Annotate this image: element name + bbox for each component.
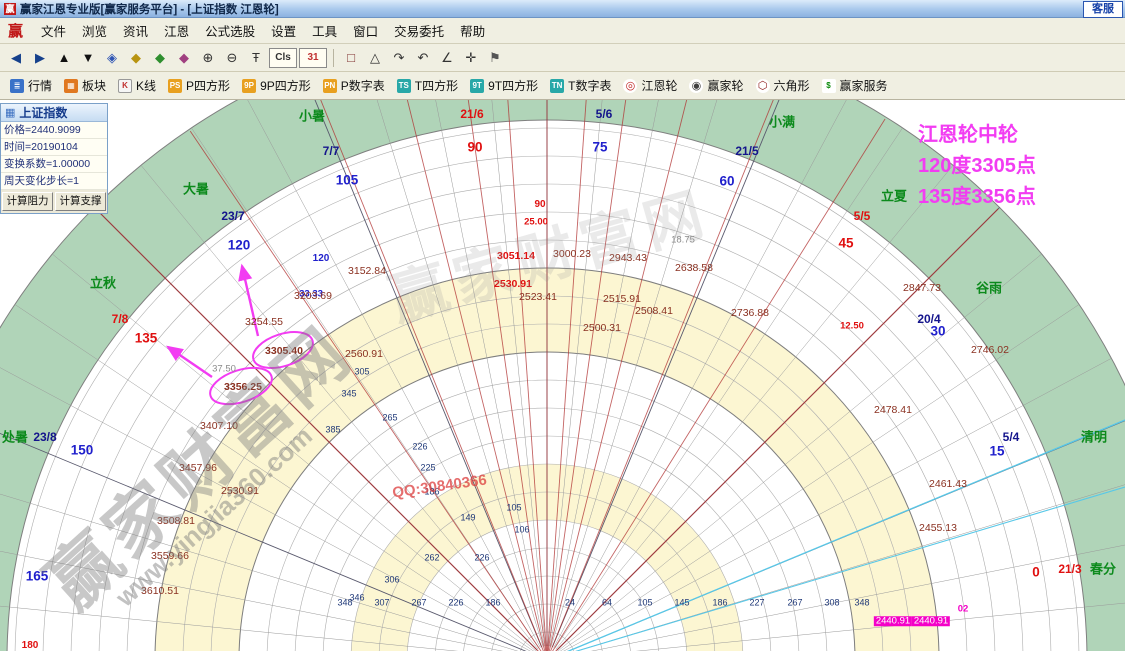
annotation-line: 120度3305点 (918, 151, 1036, 182)
quote-panel-header: ▦ 上证指数 (1, 104, 107, 122)
quote-panel-buttons: 计算阻力计算支撑 (1, 190, 107, 213)
quote-panel-rows: 价格=2440.9099时间=20190104变换系数=1.00000周天变化步… (1, 122, 107, 190)
panel-field: 时间=20190104 (1, 139, 107, 156)
gann-wheel-chart (0, 0, 1125, 651)
quote-panel: ▦ 上证指数 价格=2440.9099时间=20190104变换系数=1.000… (0, 103, 108, 214)
panel-button[interactable]: 计算阻力 (2, 192, 53, 211)
panel-field: 变换系数=1.00000 (1, 156, 107, 173)
app-window: 赢 赢家江恩专业版[赢家服务平台] - [上证指数 江恩轮] 客服 赢 文件浏览… (0, 0, 1125, 651)
annotation-line: 江恩轮中轮 (918, 120, 1036, 151)
grid-icon: ▦ (5, 106, 15, 119)
annotation-note: 江恩轮中轮 120度3305点 135度3356点 (918, 120, 1036, 213)
annotation-arrow-135 (168, 347, 212, 377)
annotation-arrow-120 (242, 266, 258, 336)
panel-button[interactable]: 计算支撑 (55, 192, 106, 211)
symbol-name: 上证指数 (19, 104, 67, 121)
panel-field: 价格=2440.9099 (1, 122, 107, 139)
annotation-line: 135度3356点 (918, 182, 1036, 213)
panel-field: 周天变化步长=1 (1, 173, 107, 190)
